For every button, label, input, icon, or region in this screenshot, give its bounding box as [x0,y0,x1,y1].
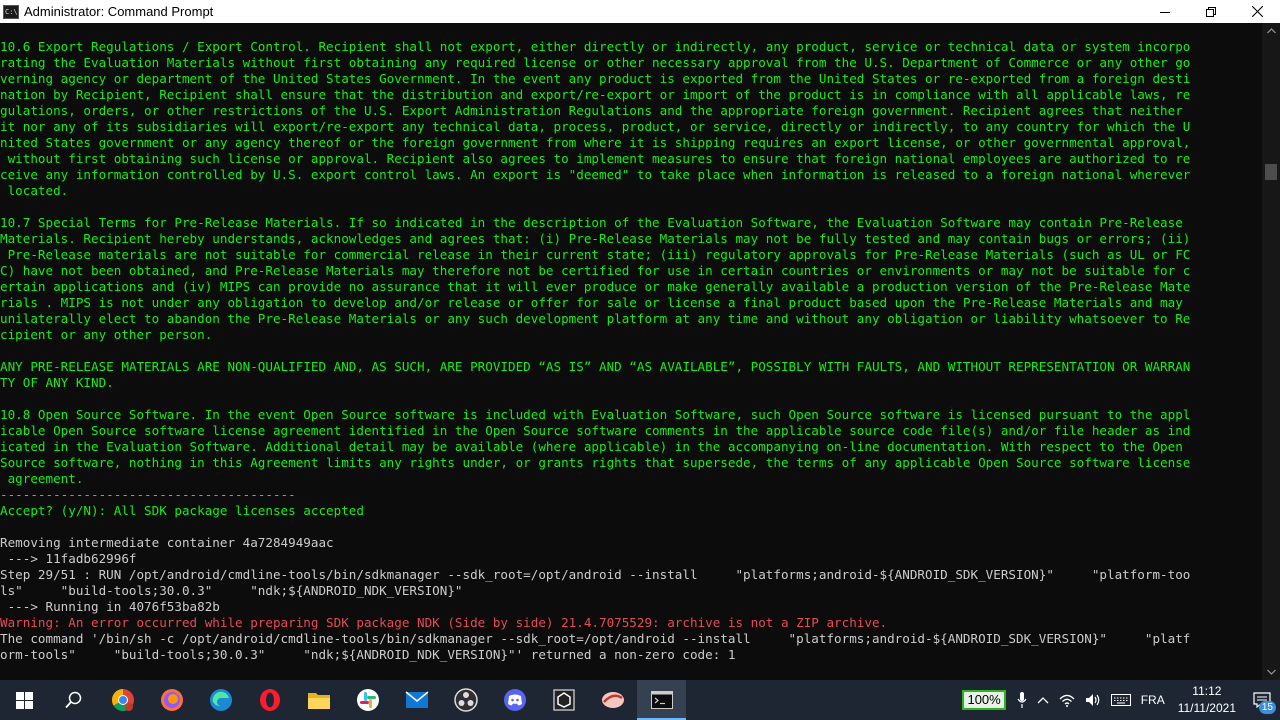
window-title: Administrator: Command Prompt [24,4,214,19]
unity-button[interactable] [539,680,588,720]
console-line: Pre-Release materials are not suitable f… [0,247,1191,262]
start-button[interactable] [0,680,49,720]
chrome-icon [111,689,134,711]
language-indicator[interactable]: FRA [1136,680,1170,720]
obs-button[interactable] [441,680,490,720]
game-app-button[interactable] [588,680,637,720]
console-line: Materials. Recipient hereby understands,… [0,231,1191,246]
discord-icon [503,689,526,711]
battery-indicator[interactable]: 100% [962,690,1006,710]
search-icon [64,691,81,709]
console-line: cipient or any other person. [0,327,213,342]
clock-date: 11/11/2021 [1177,701,1236,715]
console-line: ---> Running in 4076f53ba82b [0,599,220,614]
system-tray: 100% FRA 11:12 11/11/2021 15 [962,680,1280,720]
console-line: verning agency or department of the Unit… [0,71,1191,86]
scroll-thumb[interactable] [1265,164,1277,180]
notification-badge: 15 [1258,701,1276,714]
console-line: Source software, nothing in this Agreeme… [0,455,1191,470]
game-icon [601,692,624,708]
chevron-down-icon [1266,669,1276,675]
volume-icon[interactable] [1080,680,1106,720]
command-prompt-icon: C:\ [3,4,19,19]
console-line: ertain applications and (iv) MIPS can pr… [0,279,1191,294]
console-line: icated in the Evaluation Software. Addit… [0,439,1183,454]
restore-icon [1206,6,1216,17]
opera-icon [259,689,280,711]
console-line: agreement. [0,471,84,486]
console-line: Warning: An error occurred while prepari… [0,615,888,630]
scroll-down-button[interactable] [1262,664,1280,680]
edge-button[interactable] [196,680,245,720]
terminal-icon [650,691,673,709]
console-line: rials . MIPS is not under any obligation… [0,295,1183,310]
search-button[interactable] [49,680,98,720]
obs-icon [453,688,478,712]
console-line: located. [0,183,69,198]
console-line: --------------------------------------- [0,487,296,502]
firefox-button[interactable] [147,680,196,720]
close-button[interactable] [1234,0,1280,23]
console-line: unilaterally elect to abandon the Pre-Re… [0,311,1191,326]
console-line: Removing intermediate container 4a728494… [0,535,334,550]
close-icon [1251,6,1263,17]
slack-button[interactable] [343,680,392,720]
notification-center-button[interactable]: 15 [1244,680,1280,720]
console-line: 10.7 Special Terms for Pre-Release Mater… [0,215,1183,230]
mail-icon [405,691,428,708]
console-line: 10.8 Open Source Software. In the event … [0,407,1191,422]
console-line: nation by Recipient, Recipient shall ens… [0,87,1191,102]
console-line: rating the Evaluation Materials without … [0,55,1191,70]
chevron-up-icon [1266,28,1276,34]
keyboard-icon[interactable] [1106,680,1136,720]
windows-logo-icon [16,691,33,709]
console-line: ANY PRE-RELEASE MATERIALS ARE NON-QUALIF… [0,359,1191,374]
console-line: 10.6 Export Regulations / Export Control… [0,39,1191,54]
console-line: without first obtaining such license or … [0,151,1191,166]
firefox-icon [160,689,183,711]
console-line: Accept? (y/N): All SDK package licenses … [0,503,364,518]
console-line: ceive any information controlled by U.S.… [0,167,1191,182]
opera-button[interactable] [245,680,294,720]
edge-icon [209,689,232,711]
console-line: ls" "build-tools;30.0.3" "ndk;${ANDROID_… [0,583,463,598]
unity-icon [552,689,575,711]
vertical-scrollbar[interactable] [1262,23,1280,680]
console-line: ---> 11fadb62996f [0,551,137,566]
console-line: orm-tools" "build-tools;30.0.3" "ndk;${A… [0,647,736,662]
command-prompt-button[interactable] [637,680,686,720]
chevron-up-icon[interactable] [1032,680,1054,720]
console-line: icable Open Source software license agre… [0,423,1191,438]
file-explorer-button[interactable] [294,680,343,720]
slack-icon [356,689,379,711]
console-line: nited States government or any agency th… [0,135,1191,150]
console-line: gulations, orders, or other restrictions… [0,103,1183,118]
console-line: TY OF ANY KIND. [0,375,114,390]
minimize-button[interactable] [1142,0,1188,23]
minimize-icon [1160,11,1170,13]
console-line: it nor any of its subsidiaries will expo… [0,119,1191,134]
title-bar[interactable]: C:\ Administrator: Command Prompt [0,0,1280,23]
scroll-up-button[interactable] [1262,23,1280,39]
clock-time: 11:12 [1192,684,1222,698]
folder-icon [307,693,330,709]
console-line: Step 29/51 : RUN /opt/android/cmdline-to… [0,567,1191,582]
discord-button[interactable] [490,680,539,720]
console-line: C) have not been obtained, and Pre-Relea… [0,263,1191,278]
taskbar: 100% FRA 11:12 11/11/2021 15 [0,680,1280,720]
window-controls [1142,0,1280,23]
chrome-button[interactable] [98,680,147,720]
console-line: The command '/bin/sh -c /opt/android/cmd… [0,631,1191,646]
console-output[interactable]: 10.6 Export Regulations / Export Control… [0,39,1262,671]
wifi-icon[interactable] [1054,680,1080,720]
microphone-icon[interactable] [1012,680,1032,720]
clock[interactable]: 11:12 11/11/2021 [1170,683,1244,717]
restore-button[interactable] [1188,0,1234,23]
mail-button[interactable] [392,680,441,720]
